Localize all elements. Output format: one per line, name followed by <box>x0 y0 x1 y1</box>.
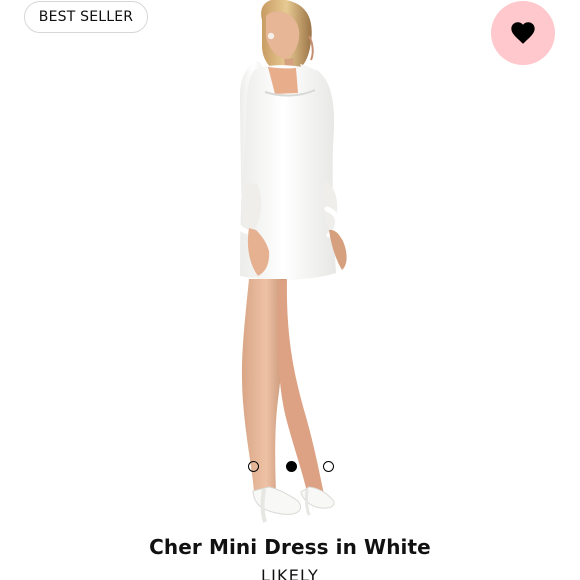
product-title[interactable]: Cher Mini Dress in White <box>0 535 580 559</box>
heart-icon <box>511 22 535 44</box>
product-image[interactable] <box>0 0 580 530</box>
image-carousel-dots <box>248 459 334 473</box>
carousel-dot-2[interactable] <box>285 460 297 472</box>
best-seller-badge: BEST SELLER <box>24 1 148 33</box>
best-seller-label: BEST SELLER <box>38 9 134 25</box>
product-card: BEST SELLER Cher Mini Dress in White LIK… <box>0 0 580 580</box>
favorite-button[interactable] <box>491 1 555 65</box>
brand-name[interactable]: LIKELY <box>0 566 580 580</box>
carousel-dot-3[interactable] <box>323 460 334 472</box>
carousel-dot-1[interactable] <box>248 460 259 472</box>
model-figure <box>231 0 347 523</box>
